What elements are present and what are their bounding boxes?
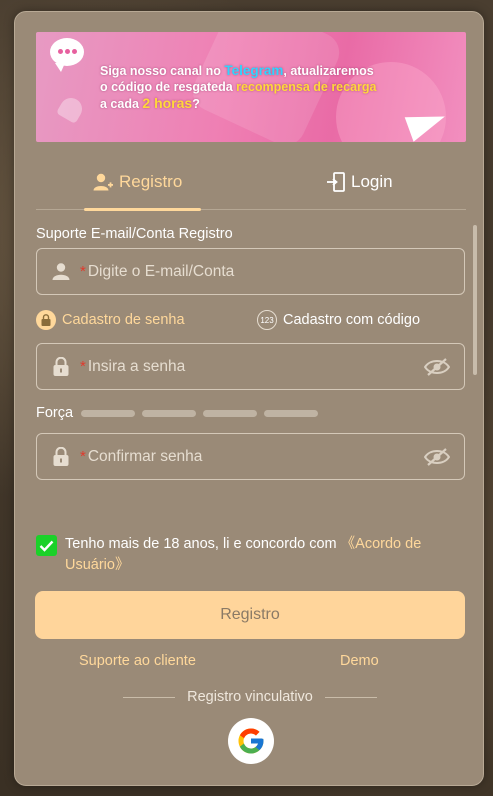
demo-link[interactable]: Demo <box>340 653 379 669</box>
lock-icon <box>51 447 71 466</box>
register-modal: Siga nosso canal no Telegram, atualizare… <box>14 11 484 786</box>
telegram-promo-banner[interactable]: Siga nosso canal no Telegram, atualizare… <box>36 32 466 142</box>
required-mark: * <box>80 358 86 375</box>
account-placeholder: Digite o E-mail/Conta <box>87 262 235 280</box>
active-tab-indicator <box>84 208 201 211</box>
password-input[interactable]: * Insira a senha <box>36 343 465 390</box>
google-icon <box>238 728 264 754</box>
tab-register-label: Registro <box>119 172 183 191</box>
customer-support-link[interactable]: Suporte ao cliente <box>79 653 196 669</box>
required-mark: * <box>80 263 86 280</box>
code-option-label: Cadastro com código <box>283 312 421 328</box>
eye-off-icon[interactable] <box>423 447 451 472</box>
password-register-option[interactable]: Cadastro de senha <box>36 310 185 330</box>
divider-line <box>123 696 176 698</box>
register-submit-button[interactable]: Registro <box>35 591 465 639</box>
strength-segment <box>81 409 136 417</box>
strength-segment <box>203 409 258 417</box>
confirm-placeholder: Confirmar senha <box>87 447 203 465</box>
strength-segment <box>142 409 197 417</box>
divider-line <box>324 696 378 698</box>
account-label: Suporte E-mail/Conta Registro <box>36 226 233 242</box>
agreement-checkbox[interactable] <box>36 535 57 556</box>
age-agreement: Tenho mais de 18 anos, li e concordo com… <box>36 534 456 576</box>
tab-login[interactable]: Login <box>327 172 393 192</box>
linked-register-divider: Registro vinculativo <box>123 689 378 705</box>
password-strength-meter: Força <box>36 405 325 421</box>
tab-login-label: Login <box>351 172 393 191</box>
scrollbar[interactable] <box>473 225 477 375</box>
required-mark: * <box>80 448 86 465</box>
add-user-icon <box>93 173 113 191</box>
auth-tabs: Registro Login <box>36 162 466 211</box>
strength-segment <box>264 409 319 417</box>
login-door-icon <box>327 172 345 192</box>
password-option-label: Cadastro de senha <box>62 312 185 328</box>
google-login-button[interactable] <box>228 718 274 764</box>
code-register-option[interactable]: 123 Cadastro com código <box>257 310 420 330</box>
password-placeholder: Insira a senha <box>87 357 186 375</box>
checkmark-icon <box>39 540 54 552</box>
chat-bubble-icon <box>50 38 84 72</box>
code-123-icon: 123 <box>257 310 277 330</box>
rocket-icon <box>55 93 87 125</box>
eye-off-icon[interactable] <box>423 357 451 382</box>
confirm-password-input[interactable]: * Confirmar senha <box>36 433 465 480</box>
agreement-text: Tenho mais de 18 anos, li e concordo com… <box>65 536 422 573</box>
account-input[interactable]: * Digite o E-mail/Conta <box>36 248 465 295</box>
tab-register[interactable]: Registro <box>93 172 182 192</box>
strength-label: Força <box>36 405 74 421</box>
lock-icon <box>36 310 56 330</box>
user-icon <box>51 263 71 280</box>
banner-text: Siga nosso canal no Telegram, atualizare… <box>100 63 377 111</box>
divider-text: Registro vinculativo <box>187 689 313 705</box>
lock-icon <box>51 357 71 376</box>
